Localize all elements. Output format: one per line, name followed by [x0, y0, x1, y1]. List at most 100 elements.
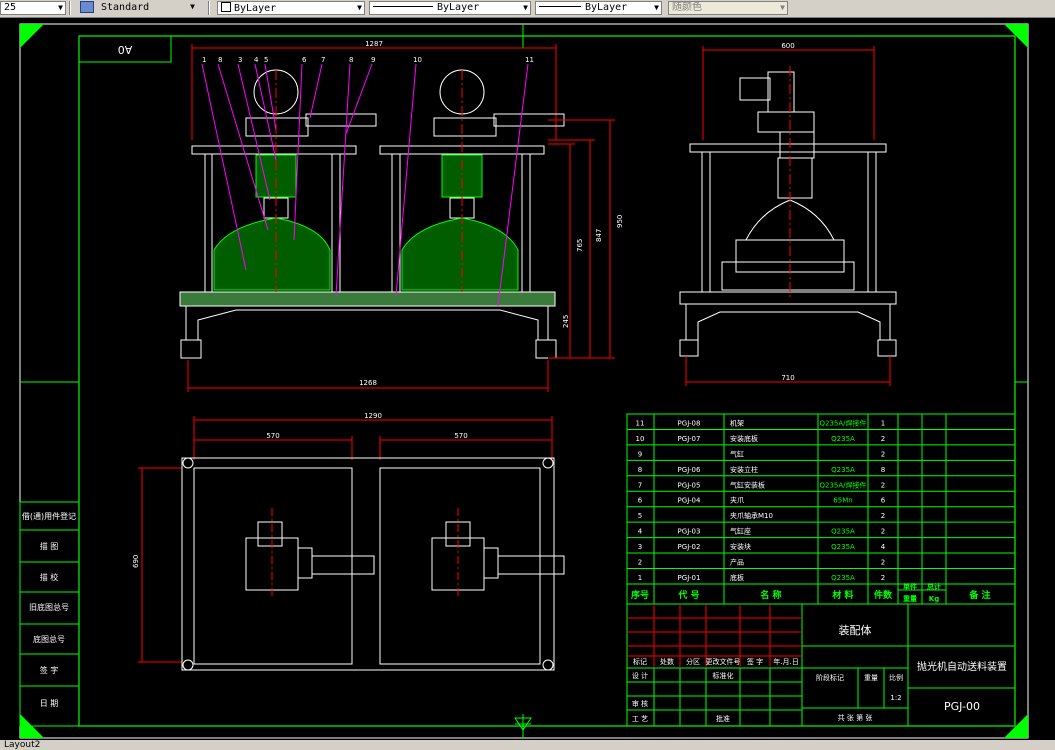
linetype-combo[interactable]: ByLayer ▼	[369, 1, 531, 15]
lineweight-value: ByLayer	[585, 2, 628, 13]
bom-cell-no: 9	[638, 450, 642, 458]
bom-cell-name: 夹爪轴承M10	[730, 511, 773, 520]
title-label: 设 计	[632, 671, 648, 680]
dim-side-bottom: 710	[781, 374, 794, 382]
lineweight-combo[interactable]: ByLayer ▼	[535, 1, 662, 15]
bom-cell-no: 8	[638, 466, 642, 474]
title-label: 更改文件号	[706, 657, 741, 666]
balloon-numbers: 1 8 3 4 5 6 7 8 9 10 11	[202, 56, 534, 64]
balloon-label: 8	[349, 56, 353, 64]
bom-cell-name: 气缸座	[730, 527, 751, 536]
bom-cell-name: 气缸	[730, 449, 744, 458]
bom-cell-name: 安装块	[730, 542, 751, 551]
text-height-value: 25	[4, 2, 17, 13]
margin-cell-label: 描 校	[40, 572, 59, 582]
balloon-label: 11	[525, 56, 534, 64]
bom-cell-no: 5	[638, 512, 642, 520]
bom-cell-qty: 2	[881, 435, 885, 443]
bom-cell-material: Q235A/焊接件	[819, 480, 866, 489]
bom-cell-qty: 2	[881, 528, 885, 536]
layout-tab-bar: Layout2	[0, 740, 1055, 750]
chevron-down-icon[interactable]: ▼	[780, 2, 785, 14]
chevron-down-icon[interactable]: ▼	[357, 2, 362, 14]
title-label: 工 艺	[632, 715, 648, 723]
bom-cell-no: 4	[638, 528, 643, 536]
chevron-down-icon[interactable]: ▼	[190, 1, 195, 13]
title-label: 签 字	[747, 657, 763, 666]
color-value: ByLayer	[234, 3, 277, 14]
bom-cell-qty: 4	[881, 543, 886, 551]
chevron-down-icon[interactable]: ▼	[654, 2, 659, 14]
chevron-down-icon[interactable]: ▼	[58, 2, 63, 14]
bom-cell-name: 气缸安装板	[730, 480, 765, 489]
color-combo[interactable]: ByLayer ▼	[217, 1, 365, 15]
toolbar-separator	[69, 1, 71, 15]
color-swatch-icon	[221, 2, 231, 12]
bom-cell-name: 产品	[730, 558, 744, 567]
dim-base-length: 1268	[359, 379, 377, 387]
dim-side-top: 600	[781, 42, 794, 50]
sheet-size-label: A0	[118, 43, 133, 56]
bom-cell-no: 2	[638, 559, 642, 567]
balloon-label: 8	[218, 56, 222, 64]
text-style-combo[interactable]: Standard ▼	[77, 1, 197, 15]
drawing-canvas[interactable]: A0 1287 1268 765 847 950 245 1 8 3 4 5 6…	[0, 18, 1055, 740]
dim-height-847: 847	[595, 229, 603, 242]
text-height-combo[interactable]: 25 ▼	[0, 1, 66, 15]
chevron-down-icon[interactable]: ▼	[523, 2, 528, 14]
bom-cell-code: PGJ-06	[678, 466, 701, 474]
title-label: 共 张 第 张	[838, 713, 873, 722]
margin-cell-label: 签 字	[40, 665, 59, 675]
balloon-label: 3	[238, 56, 242, 64]
balloon-label: 6	[302, 56, 307, 64]
plan-view	[138, 416, 565, 671]
title-label: 标准化	[713, 671, 734, 680]
bom-header-cell: 序号	[631, 589, 649, 601]
bom-cell-qty: 2	[881, 481, 885, 489]
balloon-label: 7	[321, 56, 325, 64]
bom-cell-material: Q235A	[831, 466, 855, 474]
title-label: 比例	[889, 673, 903, 682]
dim-plan-right: 570	[454, 432, 467, 440]
bom-cell-qty: 2	[881, 574, 885, 582]
bom-cell-qty: 6	[881, 497, 886, 505]
bom-cell-name: 安装立柱	[730, 465, 758, 474]
title-label: 批准	[716, 714, 730, 723]
dim-height-245: 245	[562, 315, 570, 328]
title-label: 年.月.日	[773, 657, 798, 666]
margin-cell-label: 借(通)用件登记	[22, 511, 76, 521]
bom-cell-no: 3	[638, 543, 642, 551]
bom-cell-code: PGJ-02	[678, 543, 701, 551]
plot-style-combo[interactable]: 随颜色 ▼	[668, 1, 788, 15]
bom-cell-qty: 8	[881, 466, 885, 474]
assembly-label: 装配体	[839, 623, 872, 637]
bom-cell-no: 1	[638, 574, 642, 582]
corner-mark-icon	[20, 24, 44, 48]
bom-header-cell: 件数	[874, 589, 893, 601]
title-label: 处数	[660, 657, 674, 666]
plot-style-value: 随颜色	[672, 2, 702, 13]
title-label: 审 核	[632, 699, 648, 708]
balloon-label: 9	[371, 56, 375, 64]
left-margin-table	[19, 501, 80, 727]
bom-cell-material: Q235A	[831, 435, 855, 443]
margin-cell-label: 日 期	[40, 699, 59, 708]
bom-header-cell: 单件	[903, 582, 917, 591]
drawing-sheet: A0 1287 1268 765 847 950 245 1 8 3 4 5 6…	[19, 23, 1029, 739]
bom-cell-code: PGJ-03	[678, 528, 701, 536]
title-label: 重量	[864, 674, 878, 682]
bom-cell-code: PGJ-08	[678, 419, 701, 427]
bom-header-cell: 名 称	[760, 589, 781, 601]
layout-tab[interactable]: Layout2	[4, 740, 40, 750]
bom-cell-no: 7	[638, 481, 642, 489]
bom-header-cell: 总计	[927, 582, 941, 591]
bom-header-cell: 备 注	[968, 589, 990, 601]
dim-height-950: 950	[616, 215, 624, 228]
bom-cell-code: PGJ-04	[678, 497, 701, 505]
properties-toolbar: 25 ▼ Standard ▼ ByLayer ▼ ByLayer ▼ ByLa…	[0, 0, 1055, 18]
bom-cell-material: 65Mn	[833, 497, 852, 505]
scale-value: 1:2	[890, 694, 901, 702]
bom-header-cell: 重量	[903, 594, 917, 603]
balloon-label: 4	[254, 56, 259, 64]
margin-cell-label: 旧底图总号	[29, 602, 69, 612]
